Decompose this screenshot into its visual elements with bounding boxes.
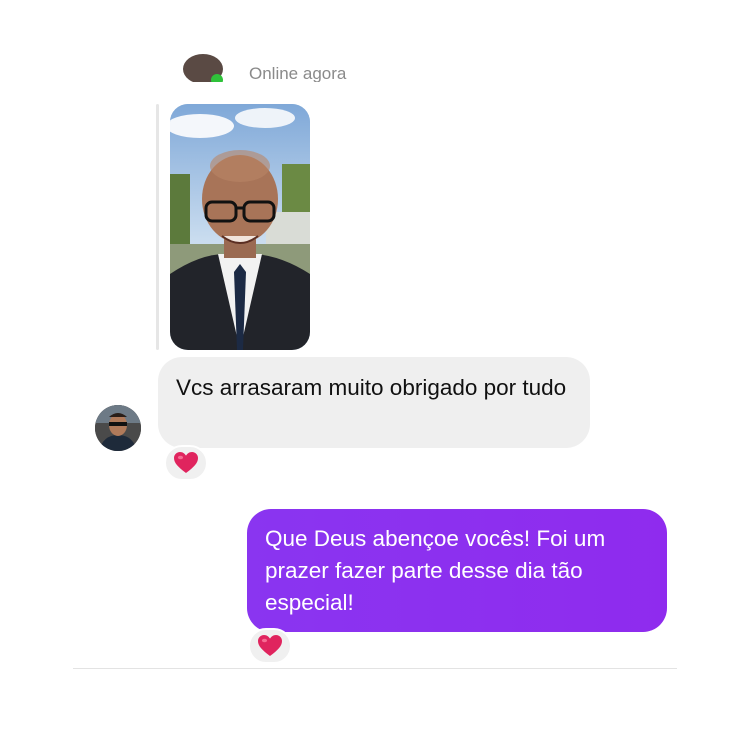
avatar-photo [95,405,141,451]
online-dot-icon [211,74,223,82]
shared-photo[interactable] [170,104,310,350]
online-status: Online agora [249,64,347,82]
heart-icon [174,452,198,473]
composer-divider [73,668,677,669]
chat-header: Online agora [0,0,750,82]
heart-icon [258,635,282,656]
incoming-message-text: Vcs arrasaram muito obrigado por tudo [176,375,567,400]
outgoing-message-bubble[interactable]: Que Deus abençoe vocês! Foi um prazer fa… [247,509,667,632]
outgoing-message-text: Que Deus abençoe vocês! Foi um prazer fa… [265,526,606,615]
photo-illustration [170,104,310,350]
incoming-message-bubble[interactable]: Vcs arrasaram muito obrigado por tudo [158,357,590,448]
reply-indicator [156,104,159,350]
sender-avatar[interactable] [95,405,141,451]
chat-screen: Online agora Vcs arrasaram muito obrigad… [0,0,750,750]
message-reaction[interactable] [164,445,208,481]
message-reaction[interactable] [248,628,292,664]
